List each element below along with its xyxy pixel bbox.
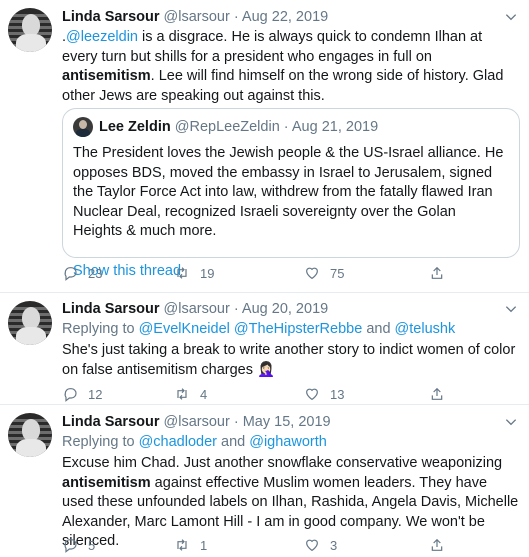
mention-link[interactable]: @chadloder [139, 434, 217, 450]
like-button[interactable]: 75 [304, 263, 344, 283]
reply-count: 5 [88, 537, 96, 553]
separator: · [229, 9, 242, 25]
retweet-count: 4 [200, 386, 208, 402]
replying-to: Replying to @EvelKneidel @TheHipsterRebb… [62, 321, 456, 337]
mention-link[interactable]: @telushk [395, 321, 456, 337]
mention-link[interactable]: @EvelKneidel [139, 321, 230, 337]
retweet-count: 19 [200, 265, 215, 281]
tweet-header: Linda Sarsour @lsarsour · Aug 22, 2019 [62, 7, 328, 27]
separator: · [229, 301, 242, 317]
share-button[interactable] [429, 535, 455, 555]
like-count: 75 [330, 265, 345, 281]
mention-link[interactable]: @leezeldin [66, 29, 138, 45]
author-name[interactable]: Linda Sarsour [62, 414, 160, 430]
mention-link[interactable]: @TheHipsterRebbe [234, 321, 362, 337]
share-icon [431, 387, 443, 400]
share-button[interactable] [429, 263, 455, 283]
tweet-actions: 5 1 3 [62, 535, 462, 555]
share-icon [431, 538, 443, 551]
tweet[interactable]: Linda Sarsour @lsarsour · Aug 22, 2019 .… [0, 0, 529, 293]
tweet-actions: 23 19 75 [62, 263, 462, 283]
reply-button[interactable]: 5 [62, 535, 95, 555]
like-button[interactable]: 13 [304, 384, 344, 404]
retweet-icon [177, 388, 187, 400]
quoted-tweet[interactable]: Lee Zeldin @RepLeeZeldin · Aug 21, 2019 … [62, 108, 520, 279]
tweet-date[interactable]: Aug 22, 2019 [242, 9, 328, 25]
mention-link[interactable]: @ighaworth [249, 434, 327, 450]
heart-icon [306, 388, 318, 401]
like-button[interactable]: 3 [304, 535, 337, 555]
author-handle[interactable]: @lsarsour [164, 301, 230, 317]
reply-button[interactable]: 12 [62, 384, 102, 404]
tweet-actions: 12 4 13 [62, 384, 462, 404]
quoted-author-name: Lee Zeldin [99, 119, 171, 135]
retweet-button[interactable]: 4 [174, 384, 207, 404]
heart-icon [306, 539, 318, 552]
share-button[interactable] [429, 384, 455, 404]
tweet-date[interactable]: May 15, 2019 [243, 414, 331, 430]
author-handle[interactable]: @lsarsour [164, 9, 230, 25]
like-count: 3 [330, 537, 338, 553]
retweet-count: 1 [200, 537, 208, 553]
reply-count: 23 [88, 265, 103, 281]
reply-icon [64, 539, 77, 553]
chevron-down-icon[interactable] [501, 412, 521, 432]
separator: · [229, 414, 243, 430]
quoted-date: Aug 21, 2019 [291, 119, 379, 135]
reply-button[interactable]: 23 [62, 263, 102, 283]
tweet[interactable]: Linda Sarsour @lsarsour · Aug 20, 2019 R… [0, 293, 529, 405]
quoted-avatar [73, 117, 93, 137]
chevron-down-icon[interactable] [501, 299, 521, 319]
avatar[interactable] [8, 413, 52, 457]
retweet-button[interactable]: 1 [174, 535, 207, 555]
author-name[interactable]: Linda Sarsour [62, 301, 160, 317]
retweet-button[interactable]: 19 [174, 263, 214, 283]
replying-to: Replying to @chadloder and @ighaworth [62, 434, 327, 450]
tweet-text: She's just taking a break to write anoth… [62, 342, 516, 378]
reply-icon [64, 267, 77, 281]
retweet-icon [177, 267, 187, 279]
avatar[interactable] [8, 301, 52, 345]
share-icon [431, 266, 443, 279]
tweet-header: Linda Sarsour @lsarsour · May 15, 2019 [62, 412, 331, 432]
tweet[interactable]: Linda Sarsour @lsarsour · May 15, 2019 R… [0, 405, 529, 557]
quoted-text: The President loves the Jewish people & … [73, 145, 504, 239]
tweet-date[interactable]: Aug 20, 2019 [242, 301, 328, 317]
author-handle[interactable]: @lsarsour [164, 414, 230, 430]
separator: · [279, 119, 292, 135]
heart-icon [306, 267, 318, 280]
author-name[interactable]: Linda Sarsour [62, 9, 160, 25]
like-count: 13 [330, 386, 345, 402]
avatar[interactable] [8, 8, 52, 52]
quoted-header: Lee Zeldin @RepLeeZeldin · Aug 21, 2019 [99, 117, 378, 137]
chevron-down-icon[interactable] [501, 7, 521, 27]
tweet-header: Linda Sarsour @lsarsour · Aug 20, 2019 [62, 299, 328, 319]
tweet-text: .@leezeldin is a disgrace. He is always … [62, 29, 504, 104]
retweet-icon [177, 539, 187, 551]
reply-count: 12 [88, 386, 103, 402]
reply-icon [64, 388, 77, 402]
quoted-author-handle: @RepLeeZeldin [174, 119, 280, 135]
